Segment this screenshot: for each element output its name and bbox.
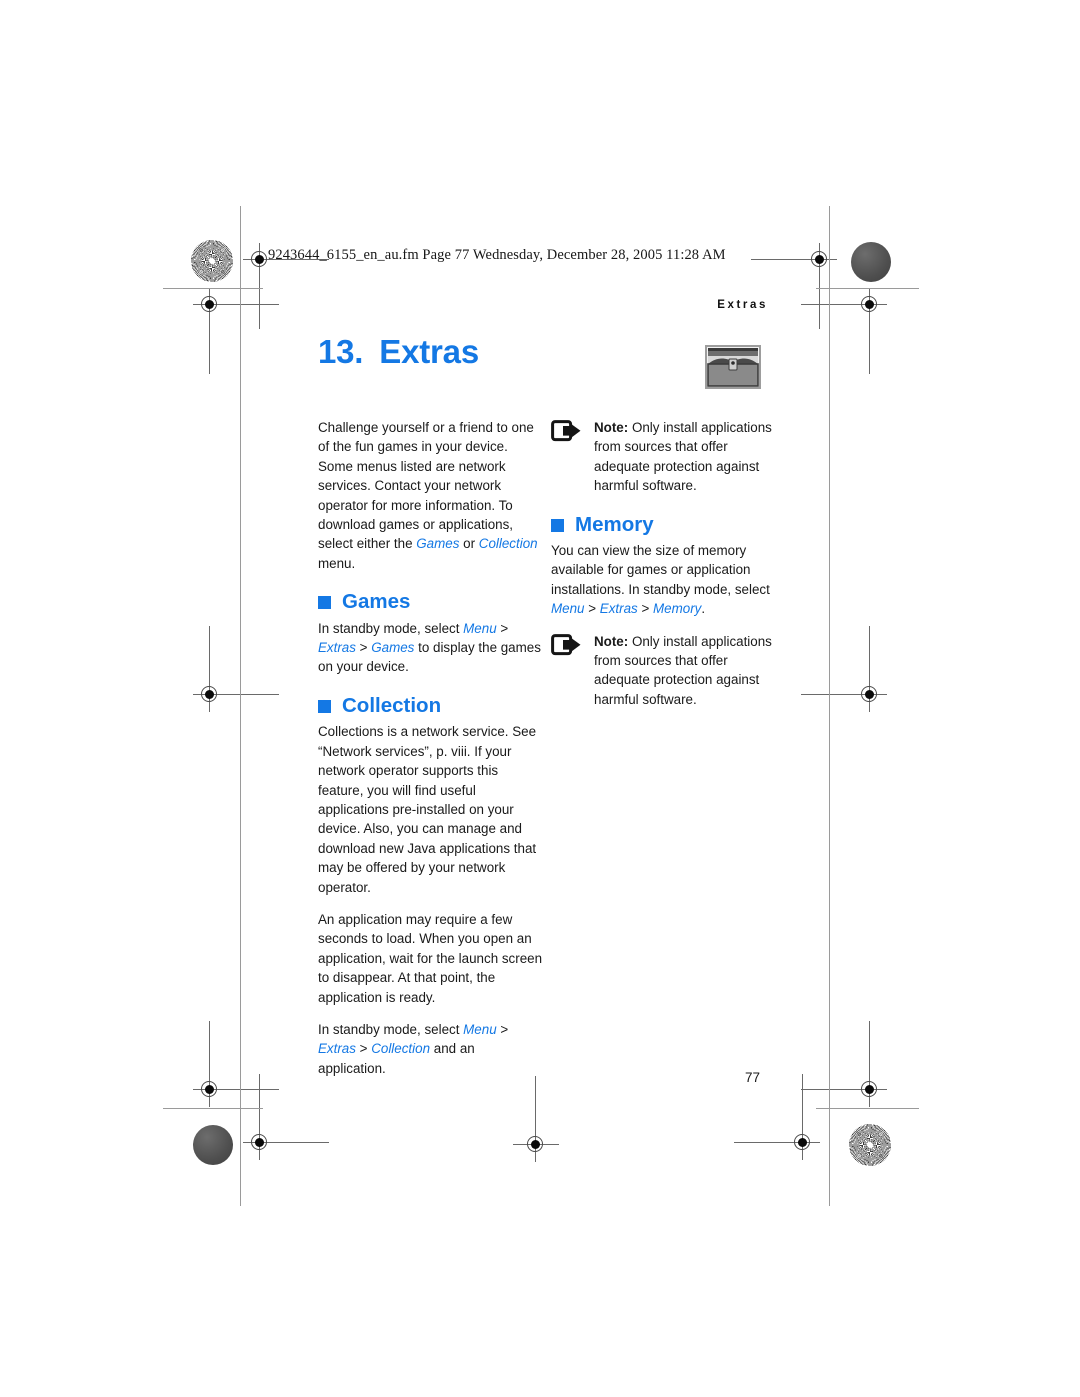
memory-text-intro: You can view the size of memory availabl…	[551, 543, 770, 597]
collection-paragraph-1: Collections is a network service. See “N…	[318, 724, 537, 895]
trim-line-bottom-right	[816, 1108, 919, 1110]
registration-target-lower-right-outer	[801, 1021, 887, 1107]
intro-text-before: Challenge yourself or a friend to one of…	[318, 420, 534, 552]
note-top-text: Note: Only install applications from sou…	[594, 418, 779, 496]
section-heading-games: Games	[318, 590, 546, 614]
trim-line-top-right	[816, 288, 919, 290]
path-separator: >	[584, 601, 600, 617]
rosette-mark-bottom-right	[849, 1124, 891, 1166]
intro-joiner: or	[459, 536, 479, 552]
collection-path-intro: In standby mode, select	[318, 1021, 464, 1037]
trim-line-bottom-left	[163, 1108, 263, 1110]
registration-target-bottom-center	[513, 1076, 559, 1162]
path-separator: >	[496, 1021, 509, 1037]
chapter-title-text: Extras	[379, 333, 479, 370]
games-path-intro: In standby mode, select	[318, 620, 464, 636]
path-separator: >	[355, 1041, 372, 1057]
page-title: 13. Extras	[318, 333, 479, 371]
trim-line-right	[829, 206, 831, 1206]
ui-path-collection: Collection	[371, 1041, 431, 1057]
path-separator: >	[637, 601, 653, 617]
ui-path-extras: Extras	[318, 640, 356, 656]
note-label: Note:	[594, 633, 629, 649]
section-heading-games-label: Games	[342, 590, 411, 614]
trim-line-left	[240, 206, 242, 1206]
note-arrow-icon	[551, 420, 581, 442]
note-bottom-text: Note: Only install applications from sou…	[594, 632, 779, 710]
note-arrow-icon	[551, 633, 581, 655]
memory-path-tail: .	[701, 601, 706, 617]
square-bullet-icon	[318, 596, 331, 610]
ui-ref-games: Games	[416, 536, 460, 552]
note-block-top: Note: Only install applications from sou…	[551, 418, 779, 496]
collection-path-paragraph: In standby mode, select Menu > Extras > …	[318, 1020, 546, 1078]
trim-line-top-left	[163, 288, 263, 290]
page-number: 77	[745, 1070, 761, 1085]
density-patch-top-right	[851, 242, 891, 282]
running-head: Extras	[717, 299, 768, 311]
note-block-bottom: Note: Only install applications from sou…	[551, 632, 779, 710]
registration-target-upper-left-outer	[193, 288, 279, 374]
section-heading-collection: Collection	[318, 693, 546, 717]
intro-text-after: menu.	[318, 555, 356, 571]
note-label: Note:	[594, 420, 629, 435]
ui-path-menu: Menu	[463, 1021, 497, 1037]
section-heading-collection-label: Collection	[342, 693, 442, 717]
treasure-chest-icon	[705, 345, 761, 389]
square-bullet-icon	[318, 700, 331, 714]
rosette-mark-top-left	[191, 240, 233, 282]
registration-target-upper-right-outer	[801, 288, 887, 374]
ui-path-menu: Menu	[551, 601, 585, 617]
square-bullet-icon	[551, 518, 564, 532]
left-column: Challenge yourself or a friend to one of…	[318, 418, 546, 1078]
intro-paragraph: Challenge yourself or a friend to one of…	[318, 418, 546, 573]
print-file-info: 9243644_6155_en_au.fm Page 77 Wednesday,…	[268, 247, 726, 263]
ui-path-menu: Menu	[463, 620, 497, 636]
section-heading-memory: Memory	[551, 512, 779, 536]
memory-paragraph: You can view the size of memory availabl…	[551, 541, 779, 619]
ui-path-memory: Memory	[652, 601, 702, 617]
collection-paragraph-2: An application may require a few seconds…	[318, 911, 543, 1005]
registration-target-bottom-right-inner	[734, 1074, 820, 1160]
path-separator: >	[355, 640, 372, 656]
registration-target-bottom-left-inner	[243, 1074, 329, 1160]
ui-ref-collection: Collection	[478, 536, 538, 552]
registration-target-lower-left-outer	[193, 1021, 279, 1107]
density-patch-bottom-left	[193, 1125, 233, 1165]
section-heading-memory-label: Memory	[575, 512, 654, 536]
ui-path-extras: Extras	[599, 601, 638, 617]
path-separator: >	[496, 620, 509, 636]
games-path-paragraph: In standby mode, select Menu > Extras > …	[318, 619, 546, 677]
ui-path-extras: Extras	[318, 1041, 356, 1057]
registration-target-mid-right	[801, 626, 887, 712]
registration-target-top-right-inner	[751, 243, 837, 329]
right-column: Note: Only install applications from sou…	[551, 418, 779, 722]
chapter-number: 13.	[318, 333, 364, 370]
registration-target-mid-left	[193, 626, 279, 712]
ui-path-games: Games	[371, 640, 415, 656]
